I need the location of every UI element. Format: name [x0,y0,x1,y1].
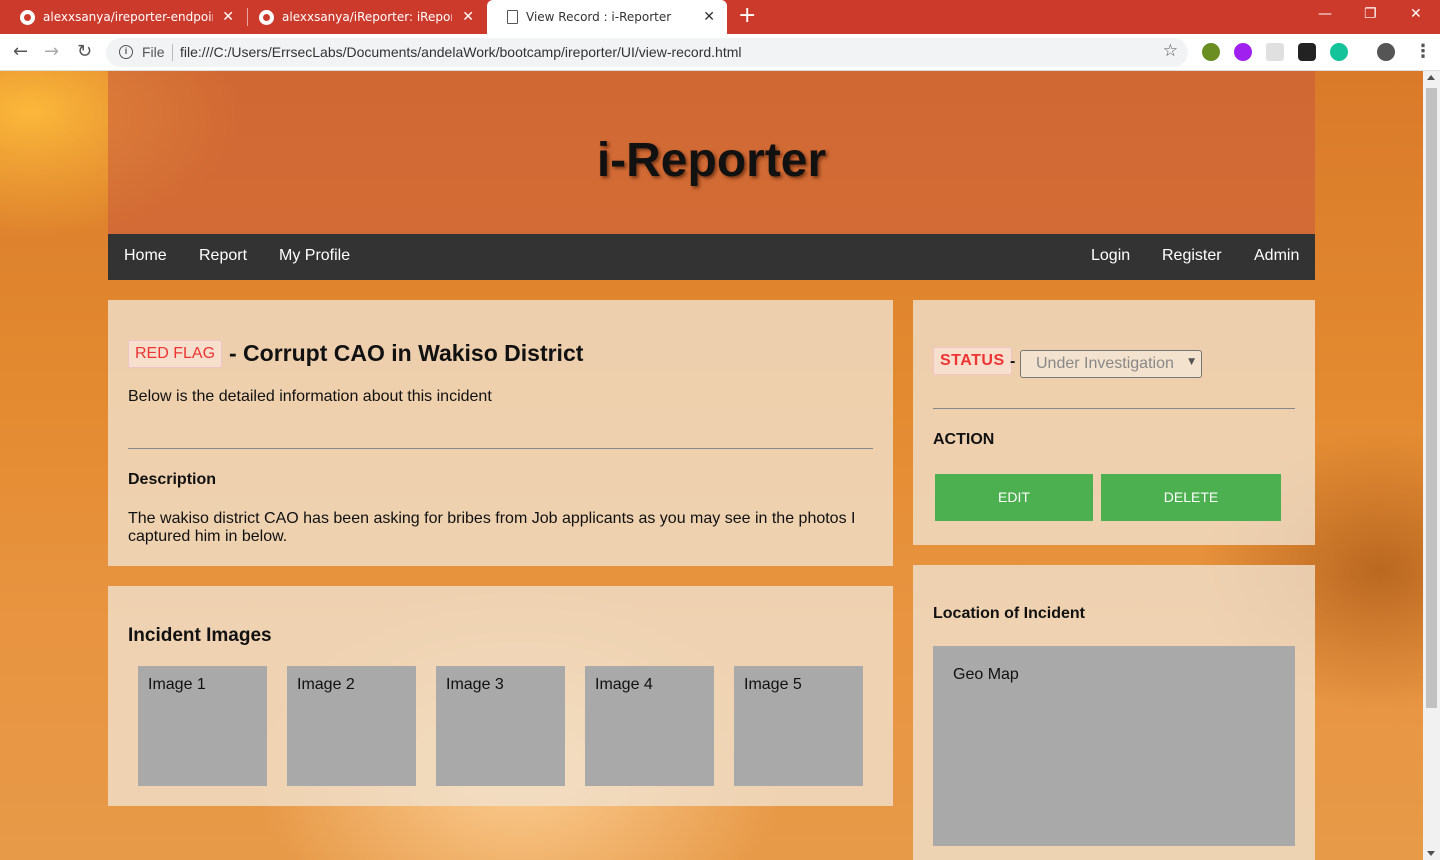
main-navbar: Home Report My Profile Login Register Ad… [108,234,1315,280]
github-icon [259,9,274,25]
browser-tab-active[interactable]: View Record : i-Reporter ✕ [487,0,727,34]
image-placeholder[interactable]: Image 3 [436,666,565,786]
forward-arrow-icon[interactable]: → [44,41,59,62]
close-tab-icon[interactable]: ✕ [462,9,474,25]
delete-button[interactable]: DELETE [1101,474,1281,521]
record-details-card: RED FLAG - Corrupt CAO in Wakiso Distric… [108,300,893,566]
extension-purple-icon[interactable] [1234,43,1252,61]
browser-menu-icon[interactable]: ⋮ [1414,41,1432,62]
action-heading: ACTION [933,431,995,448]
browser-tab-strip: alexxsanya/ireporter-endpoints a ✕ alexx… [0,0,1440,34]
image-label: Image 1 [148,676,206,693]
nav-link-admin[interactable]: Admin [1254,247,1299,265]
minimize-icon[interactable]: — [1318,6,1332,22]
github-icon [20,9,35,25]
image-placeholder[interactable]: Image 1 [138,666,267,786]
image-label: Image 2 [297,676,355,693]
record-subtitle: Below is the detailed information about … [128,388,492,405]
reload-icon[interactable]: ↻ [77,41,92,62]
image-label: Image 5 [744,676,802,693]
record-type-tag: RED FLAG [128,340,223,368]
profile-avatar-icon[interactable] [1377,43,1395,61]
description-text: The wakiso district CAO has been asking … [128,510,856,545]
image-label: Image 3 [446,676,504,693]
status-actions-card: STATUS - Under Investigation ▼ ACTION ED… [913,300,1315,545]
grammarly-icon[interactable] [1330,43,1348,61]
scroll-up-arrow-icon[interactable] [1427,75,1435,80]
scroll-down-arrow-icon[interactable] [1427,851,1435,856]
scrollbar-thumb[interactable] [1426,88,1437,708]
geo-map[interactable]: Geo Map [933,646,1295,846]
extension-dark-icon[interactable] [1298,43,1316,61]
back-arrow-icon[interactable]: ← [13,41,28,62]
info-icon[interactable]: i [119,45,133,59]
description-heading: Description [128,471,217,488]
browser-tab-2[interactable]: alexxsanya/iReporter: iReporter e ✕ [239,0,486,34]
tab-title: View Record : i-Reporter [526,10,672,24]
tab-title: alexxsanya/iReporter: iReporter e [282,10,452,24]
close-tab-icon[interactable]: ✕ [703,9,715,25]
vertical-scrollbar[interactable] [1423,71,1440,860]
location-card: Location of Incident Geo Map [913,565,1315,860]
status-select[interactable]: Under Investigation ▼ [1020,350,1202,378]
image-placeholder[interactable]: Image 4 [585,666,714,786]
status-select-value: Under Investigation [1036,355,1174,372]
image-placeholder[interactable]: Image 5 [734,666,863,786]
nav-link-report[interactable]: Report [199,247,247,265]
url-text[interactable]: file:///C:/Users/ErrsecLabs/Documents/an… [180,44,742,60]
divider [128,448,873,449]
divider [933,408,1295,409]
incident-images-card: Incident Images Image 1 Image 2 Image 3 … [108,586,893,806]
address-toolbar: ← → ↻ i File file:///C:/Users/ErrsecLabs… [0,34,1440,71]
nav-link-home[interactable]: Home [124,247,167,265]
edit-button[interactable]: EDIT [935,474,1093,521]
nav-link-register[interactable]: Register [1162,247,1222,265]
restore-icon[interactable]: ❐ [1364,6,1377,22]
images-heading: Incident Images [128,625,272,646]
close-window-icon[interactable]: ✕ [1410,6,1422,22]
nav-link-login[interactable]: Login [1091,247,1130,265]
close-tab-icon[interactable]: ✕ [222,9,234,25]
location-heading: Location of Incident [933,605,1085,622]
page-viewport: i-Reporter Home Report My Profile Login … [0,71,1423,860]
bookmark-star-icon[interactable]: ☆ [1163,41,1178,61]
image-label: Image 4 [595,676,653,693]
site-header: i-Reporter [108,71,1315,234]
record-title: - Corrupt CAO in Wakiso District [229,340,584,366]
map-label: Geo Map [953,666,1019,683]
status-separator: - [1010,353,1016,370]
url-divider [172,44,173,61]
tab-title: alexxsanya/ireporter-endpoints a [43,10,213,24]
extension-grid-icon[interactable] [1266,43,1284,61]
status-label: STATUS [933,347,1012,375]
document-icon [507,10,518,24]
browser-tab-1[interactable]: alexxsanya/ireporter-endpoints a ✕ [0,0,246,34]
scheme-label: File [142,44,165,60]
extension-globe-icon[interactable] [1202,43,1220,61]
image-placeholder[interactable]: Image 2 [287,666,416,786]
nav-link-my-profile[interactable]: My Profile [279,247,350,265]
address-bar[interactable]: i File file:///C:/Users/ErrsecLabs/Docum… [106,38,1188,67]
chevron-down-icon: ▼ [1188,357,1195,367]
new-tab-icon[interactable]: + [738,4,756,28]
site-title: i-Reporter [596,134,827,187]
